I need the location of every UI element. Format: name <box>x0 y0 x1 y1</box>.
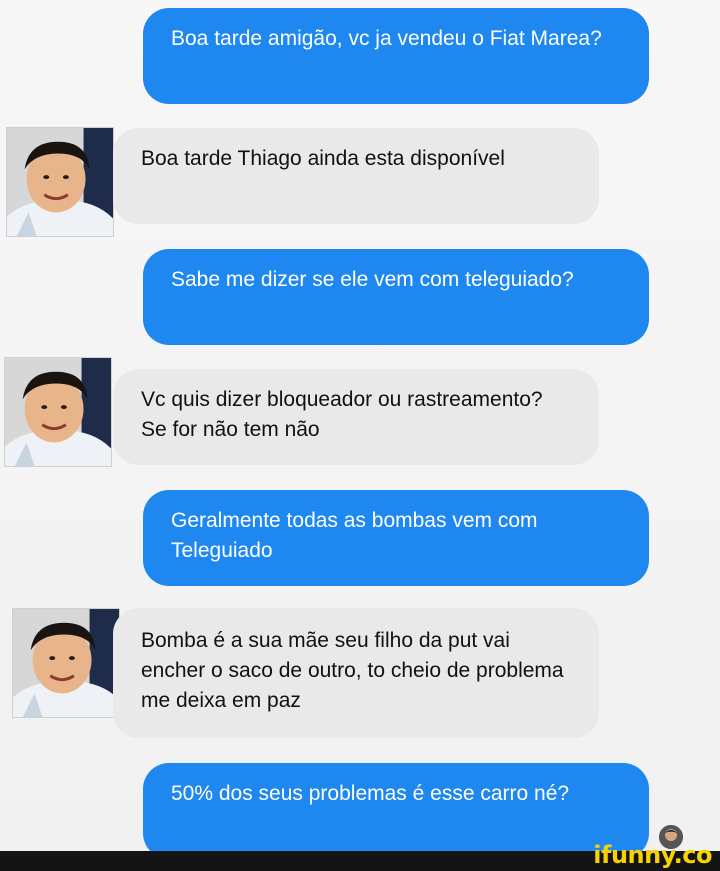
person-photo-icon <box>13 609 119 717</box>
message-received: Boa tarde Thiago ainda esta disponível <box>113 128 599 224</box>
watermark-bar: ifunny.co <box>0 841 720 871</box>
message-received: Bomba é a sua mãe seu filho da put vai e… <box>113 608 599 738</box>
message-text: Sabe me dizer se ele vem com teleguiado? <box>171 268 574 291</box>
message-sent: Boa tarde amigão, vc ja vendeu o Fiat Ma… <box>143 8 649 104</box>
watermark-logo: ifunny.co <box>593 841 712 869</box>
seller-avatar <box>4 357 112 467</box>
person-photo-icon <box>5 358 111 466</box>
message-text: 50% dos seus problemas é esse carro né? <box>171 782 570 805</box>
person-photo-icon <box>7 128 113 236</box>
message-sent: Geralmente todas as bombas vem com Teleg… <box>143 490 649 586</box>
message-received: Vc quis dizer bloqueador ou rastreamento… <box>113 369 599 465</box>
seller-avatar <box>12 608 120 718</box>
chat-thread: Boa tarde amigão, vc ja vendeu o Fiat Ma… <box>0 0 720 859</box>
message-text: Geralmente todas as bombas vem com Teleg… <box>171 509 538 562</box>
seller-avatar <box>6 127 114 237</box>
message-sent: 50% dos seus problemas é esse carro né? <box>143 763 649 859</box>
message-text: Bomba é a sua mãe seu filho da put vai e… <box>141 629 564 712</box>
message-text: Boa tarde Thiago ainda esta disponível <box>141 147 505 170</box>
message-text: Boa tarde amigão, vc ja vendeu o Fiat Ma… <box>171 27 602 50</box>
message-sent: Sabe me dizer se ele vem com teleguiado? <box>143 249 649 345</box>
message-text: Vc quis dizer bloqueador ou rastreamento… <box>141 388 543 441</box>
